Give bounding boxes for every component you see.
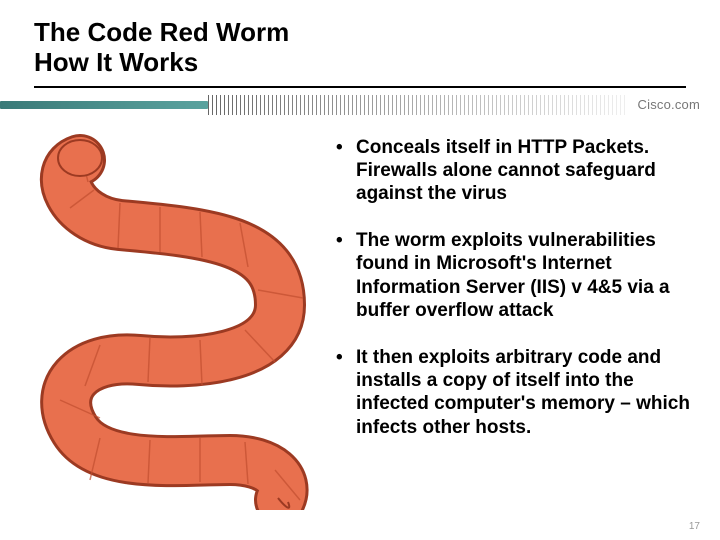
slide-title-block: The Code Red Worm How It Works <box>0 0 720 84</box>
bullet-item: Conceals itself in HTTP Packets. Firewal… <box>330 136 690 206</box>
bullet-item: It then exploits arbitrary code and inst… <box>330 346 690 439</box>
title-underline <box>34 86 686 88</box>
divider-ticks <box>208 95 628 115</box>
title-line-1: The Code Red Worm <box>34 18 720 48</box>
divider-row: Cisco.com <box>0 92 720 118</box>
worm-icon <box>30 130 320 510</box>
title-line-2: How It Works <box>34 48 720 78</box>
divider-bar <box>0 101 208 109</box>
bullet-item: The worm exploits vulnerabilities found … <box>330 229 690 322</box>
page-number: 17 <box>689 521 700 532</box>
bullet-list: Conceals itself in HTTP Packets. Firewal… <box>330 130 690 510</box>
worm-illustration <box>30 130 320 510</box>
content-area: Conceals itself in HTTP Packets. Firewal… <box>0 118 720 510</box>
brand-label: Cisco.com <box>628 97 720 112</box>
